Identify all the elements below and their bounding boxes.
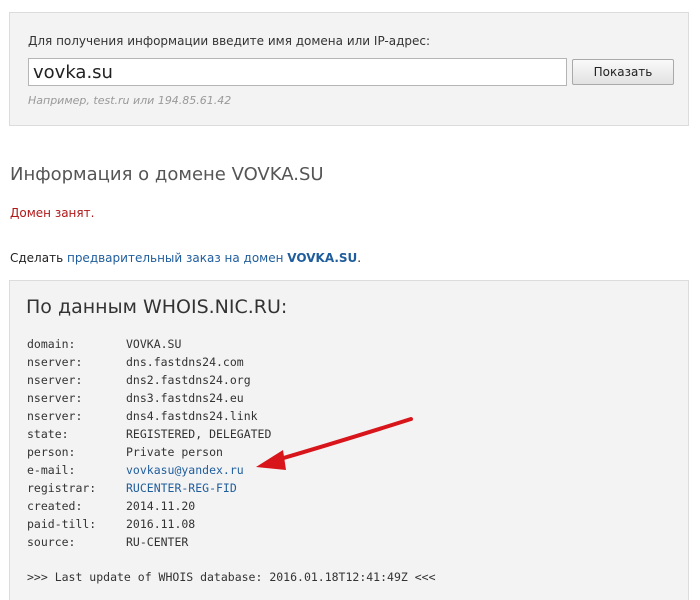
preorder-prefix: Сделать — [10, 251, 67, 265]
whois-row: registrar: RUCENTER-REG-FID — [27, 479, 271, 497]
whois-value: dns3.fastdns24.eu — [126, 391, 244, 405]
whois-value: REGISTERED, DELEGATED — [126, 427, 272, 441]
whois-value: 2014.11.20 — [126, 499, 196, 513]
domain-heading: Информация о домене VOVKA.SU — [10, 164, 324, 185]
preorder-suffix: . — [357, 251, 362, 265]
whois-key: e-mail: — [27, 463, 76, 477]
search-panel: Для получения информации введите имя дом… — [9, 12, 689, 126]
show-button[interactable]: Показать — [572, 59, 674, 85]
whois-key: nserver: — [27, 391, 83, 405]
whois-row: paid-till: 2016.11.08 — [27, 515, 271, 533]
whois-panel: По данным WHOIS.NIC.RU: domain: VOVKA.SU … — [9, 280, 689, 600]
search-caption: Для получения информации введите имя дом… — [28, 34, 431, 48]
whois-value: dns4.fastdns24.link — [126, 409, 258, 423]
whois-row: e-mail: vovkasu@yandex.ru — [27, 461, 271, 479]
whois-key: nserver: — [27, 355, 83, 369]
whois-value: 2016.11.08 — [126, 517, 196, 531]
whois-last-update: >>> Last update of WHOIS database: 2016.… — [27, 570, 436, 584]
registrar-link[interactable]: RUCENTER-REG-FID — [126, 481, 237, 495]
whois-row: state: REGISTERED, DELEGATED — [27, 425, 271, 443]
whois-key: person: — [27, 445, 76, 459]
whois-value: VOVKA.SU — [126, 337, 182, 351]
whois-value: RU-CENTER — [126, 535, 189, 549]
whois-key: paid-till: — [27, 517, 97, 531]
whois-row: nserver: dns.fastdns24.com — [27, 353, 271, 371]
preorder-domain-link[interactable]: VOVKA.SU — [287, 251, 357, 265]
whois-row: nserver: dns4.fastdns24.link — [27, 407, 271, 425]
whois-key: created: — [27, 499, 83, 513]
preorder-line: Сделать предварительный заказ на домен V… — [10, 251, 361, 265]
whois-key: domain: — [27, 337, 76, 351]
whois-value: Private person — [126, 445, 223, 459]
example-hint: Например, test.ru или 194.85.61.42 — [28, 94, 232, 107]
whois-row: domain: VOVKA.SU — [27, 335, 271, 353]
domain-status: Домен занят. — [10, 206, 95, 220]
whois-row: nserver: dns2.fastdns24.org — [27, 371, 271, 389]
whois-title: По данным WHOIS.NIC.RU: — [26, 296, 288, 318]
whois-key: nserver: — [27, 409, 83, 423]
whois-key: state: — [27, 427, 69, 441]
whois-row: source: RU-CENTER — [27, 533, 271, 551]
whois-row: person: Private person — [27, 443, 271, 461]
whois-key: nserver: — [27, 373, 83, 387]
whois-value: dns.fastdns24.com — [126, 355, 244, 369]
whois-key: registrar: — [27, 481, 97, 495]
whois-key: source: — [27, 535, 76, 549]
whois-row: nserver: dns3.fastdns24.eu — [27, 389, 271, 407]
preorder-link[interactable]: предварительный заказ на домен — [67, 251, 284, 265]
whois-table: domain: VOVKA.SU nserver: dns.fastdns24.co… — [27, 335, 271, 551]
whois-value: dns2.fastdns24.org — [126, 373, 251, 387]
domain-input[interactable] — [28, 58, 567, 86]
whois-row: created: 2014.11.20 — [27, 497, 271, 515]
email-link[interactable]: vovkasu@yandex.ru — [126, 463, 244, 477]
